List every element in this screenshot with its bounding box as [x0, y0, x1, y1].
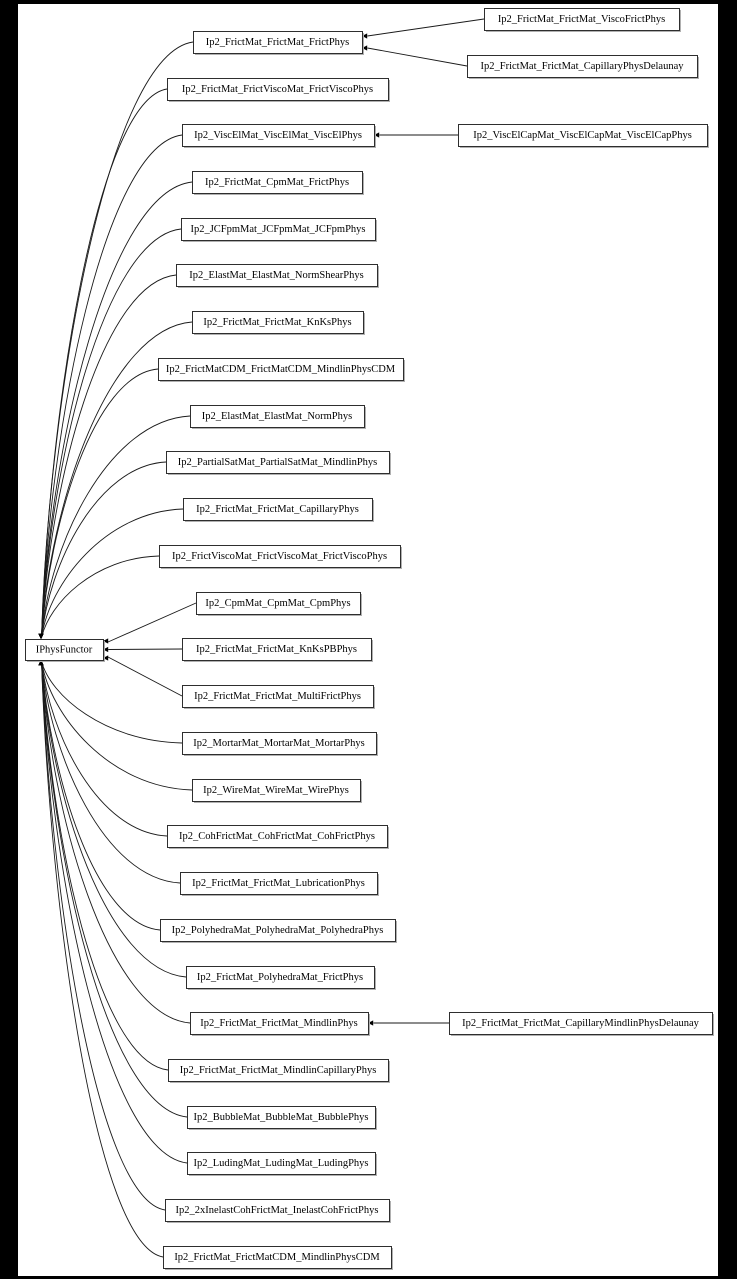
node-ip2_frictmat_frictmat_multifrictphys[interactable]: Ip2_FrictMat_FrictMat_MultiFrictPhys: [182, 685, 376, 710]
node-ip2_frictmat_frictmat_knkspbphys[interactable]: Ip2_FrictMat_FrictMat_KnKsPBPhys: [182, 638, 374, 663]
inheritance-edge: [41, 660, 181, 884]
node-label: Ip2_BubbleMat_BubbleMat_BubblePhys: [194, 1112, 369, 1123]
node-ip2_frictmat_frictmatcdm_mindlinphyscdm[interactable]: Ip2_FrictMat_FrictMatCDM_MindlinPhysCDM: [163, 1246, 394, 1271]
node-label: Ip2_ElastMat_ElastMat_NormShearPhys: [189, 270, 363, 281]
node-ip2_cpmmat_cpmmat_cpmphys[interactable]: Ip2_CpmMat_CpmMat_CpmPhys: [196, 592, 363, 617]
node-ip2_frictmat_frictmat_frictphys[interactable]: Ip2_FrictMat_FrictMat_FrictPhys: [193, 31, 365, 56]
inheritance-edge: [41, 660, 164, 1258]
inheritance-edge: [41, 415, 191, 639]
node-ip2_frictmat_cpmmat_frictphys[interactable]: Ip2_FrictMat_CpmMat_FrictPhys: [192, 171, 365, 196]
node-label: Ip2_FrictMat_FrictMat_MindlinCapillaryPh…: [180, 1065, 377, 1076]
inheritance-edge: [41, 368, 159, 639]
diagram-canvas: IPhysFunctor Ip2_FrictMat_FrictMat_FrictP…: [0, 0, 737, 1279]
node-label: Ip2_2xInelastCohFrictMat_InelastCohFrict…: [176, 1205, 379, 1216]
node-ip2_frictmat_frictmat_mindlinphys[interactable]: Ip2_FrictMat_FrictMat_MindlinPhys: [190, 1012, 371, 1037]
node-ip2_2xinelastcohfrictmat_inelastcohfrictphys[interactable]: Ip2_2xInelastCohFrictMat_InelastCohFrict…: [165, 1199, 392, 1224]
node-label: Ip2_FrictMatCDM_FrictMatCDM_MindlinPhysC…: [166, 364, 396, 375]
node-ip2_mortarmat_mortarmat_mortarphys[interactable]: Ip2_MortarMat_MortarMat_MortarPhys: [182, 732, 379, 757]
node-ip2_frictviscomat_frictviscomat_frictviscophys[interactable]: Ip2_FrictViscoMat_FrictViscoMat_FrictVis…: [159, 545, 403, 570]
inheritance-edge: [41, 660, 193, 791]
inheritance-edge: [367, 47, 468, 67]
node-ip2_frictmat_frictmat_viscofrictphys[interactable]: Ip2_FrictMat_FrictMat_ViscoFrictPhys: [484, 8, 682, 33]
node-label: Ip2_FrictMat_FrictMat_KnKsPBPhys: [196, 644, 357, 655]
inheritance-edge: [107, 656, 183, 697]
node-label: Ip2_CpmMat_CpmMat_CpmPhys: [205, 598, 350, 609]
node-label: Ip2_FrictMat_FrictMat_FrictPhys: [206, 37, 350, 48]
node-ip2_elastmat_elastmat_normphys[interactable]: Ip2_ElastMat_ElastMat_NormPhys: [190, 405, 367, 430]
node-label: Ip2_ViscElCapMat_ViscElCapMat_ViscElCapP…: [473, 130, 692, 141]
node-label: Ip2_FrictMat_CpmMat_FrictPhys: [205, 177, 349, 188]
inheritance-edge: [107, 602, 197, 643]
node-ip2_frictmat_frictviscomat_frictviscophys[interactable]: Ip2_FrictMat_FrictViscoMat_FrictViscoPhy…: [167, 78, 391, 103]
node-iphysfunctor[interactable]: IPhysFunctor: [25, 639, 106, 663]
inheritance-edge: [41, 88, 168, 639]
node-label: Ip2_FrictMat_FrictMat_ViscoFrictPhys: [498, 14, 665, 25]
node-label: Ip2_FrictMat_FrictMat_CapillaryMindlinPh…: [462, 1018, 700, 1029]
node-label: Ip2_PartialSatMat_PartialSatMat_MindlinP…: [178, 457, 378, 468]
node-ip2_bubblemat_bubblemat_bubblephys[interactable]: Ip2_BubbleMat_BubbleMat_BubblePhys: [187, 1106, 378, 1131]
node-ip2_frictmat_frictmat_knksphys[interactable]: Ip2_FrictMat_FrictMat_KnKsPhys: [192, 311, 366, 336]
node-label: Ip2_FrictMat_FrictViscoMat_FrictViscoPhy…: [182, 84, 373, 95]
node-label: Ip2_FrictMat_PolyhedraMat_FrictPhys: [197, 972, 363, 983]
arrowhead: [38, 633, 44, 639]
node-label: IPhysFunctor: [36, 644, 93, 655]
node-label: Ip2_FrictMat_FrictMat_MindlinPhys: [200, 1018, 358, 1029]
nodes-layer: IPhysFunctor Ip2_FrictMat_FrictMat_FrictP…: [25, 8, 715, 1271]
node-ip2_frictmat_frictmat_mindlincapillaryphys[interactable]: Ip2_FrictMat_FrictMat_MindlinCapillaryPh…: [168, 1059, 391, 1084]
node-ip2_cohfrictmat_cohfrictmat_cohfrictphys[interactable]: Ip2_CohFrictMat_CohFrictMat_CohFrictPhys: [167, 825, 390, 850]
node-label: Ip2_FrictMat_FrictMat_CapillaryPhys: [196, 504, 359, 515]
inheritance-edge: [41, 181, 193, 639]
node-ip2_viscelcapmat_viscelcapmat_viscelcapphys[interactable]: Ip2_ViscElCapMat_ViscElCapMat_ViscElCapP…: [458, 124, 710, 149]
node-ip2_frictmat_polyhedramat_frictphys[interactable]: Ip2_FrictMat_PolyhedraMat_FrictPhys: [186, 966, 377, 991]
node-ip2_frictmat_frictmat_capillaryphysdelaunay[interactable]: Ip2_FrictMat_FrictMat_CapillaryPhysDelau…: [467, 55, 700, 80]
node-ip2_jcfpmmat_jcfpmmat_jcfpmphys[interactable]: Ip2_JCFpmMat_JCFpmMat_JCFpmPhys: [181, 218, 378, 243]
inheritance-edge: [367, 18, 485, 37]
node-ip2_frictmat_frictmat_lubricationphys[interactable]: Ip2_FrictMat_FrictMat_LubricationPhys: [180, 872, 380, 897]
node-label: Ip2_JCFpmMat_JCFpmMat_JCFpmPhys: [190, 224, 365, 235]
node-ip2_frictmat_frictmat_capillaryphys[interactable]: Ip2_FrictMat_FrictMat_CapillaryPhys: [183, 498, 375, 523]
node-ip2_polyhedramat_polyhedramat_polyhedraphys[interactable]: Ip2_PolyhedraMat_PolyhedraMat_PolyhedraP…: [160, 919, 398, 944]
node-ip2_frictmatcdm_frictmatcdm_mindlinphyscdm[interactable]: Ip2_FrictMatCDM_FrictMatCDM_MindlinPhysC…: [158, 358, 406, 383]
node-label: Ip2_MortarMat_MortarMat_MortarPhys: [193, 738, 364, 749]
inheritance-edge: [41, 660, 166, 1211]
inheritance-diagram: IPhysFunctor Ip2_FrictMat_FrictMat_FrictP…: [25, 8, 715, 1271]
node-ip2_partialsatmat_partialsatmat_mindlinphys[interactable]: Ip2_PartialSatMat_PartialSatMat_MindlinP…: [166, 451, 392, 476]
node-label: Ip2_FrictMat_FrictMatCDM_MindlinPhysCDM: [174, 1252, 380, 1263]
node-label: Ip2_FrictViscoMat_FrictViscoMat_FrictVis…: [172, 551, 387, 562]
node-label: Ip2_PolyhedraMat_PolyhedraMat_PolyhedraP…: [172, 925, 384, 936]
inheritance-edge: [41, 555, 160, 639]
node-label: Ip2_WireMat_WireMat_WirePhys: [203, 785, 349, 796]
node-label: Ip2_FrictMat_FrictMat_KnKsPhys: [203, 317, 351, 328]
node-label: Ip2_ViscElMat_ViscElMat_ViscElPhys: [194, 130, 362, 141]
inheritance-edge: [41, 660, 183, 744]
inheritance-edge: [108, 648, 183, 650]
inheritance-edge: [41, 228, 182, 639]
node-label: Ip2_CohFrictMat_CohFrictMat_CohFrictPhys: [179, 831, 375, 842]
node-ip2_ludingmat_ludingmat_ludingphys[interactable]: Ip2_LudingMat_LudingMat_LudingPhys: [187, 1152, 378, 1177]
node-ip2_elastmat_elastmat_normshearphys[interactable]: Ip2_ElastMat_ElastMat_NormShearPhys: [176, 264, 380, 289]
inheritance-edge: [41, 461, 167, 639]
node-ip2_wiremat_wiremat_wirephys[interactable]: Ip2_WireMat_WireMat_WirePhys: [192, 779, 363, 804]
node-ip2_frictmat_frictmat_capillarymindlinphysdelaunay[interactable]: Ip2_FrictMat_FrictMat_CapillaryMindlinPh…: [449, 1012, 715, 1037]
node-label: Ip2_FrictMat_FrictMat_CapillaryPhysDelau…: [481, 61, 685, 72]
inheritance-edge: [41, 660, 169, 1071]
inheritance-edge: [41, 660, 161, 931]
node-label: Ip2_LudingMat_LudingMat_LudingPhys: [194, 1158, 369, 1169]
node-label: Ip2_ElastMat_ElastMat_NormPhys: [202, 411, 353, 422]
node-ip2_viscelmat_viscelmat_viscelphys[interactable]: Ip2_ViscElMat_ViscElMat_ViscElPhys: [182, 124, 377, 149]
node-label: Ip2_FrictMat_FrictMat_MultiFrictPhys: [194, 691, 361, 702]
node-label: Ip2_FrictMat_FrictMat_LubricationPhys: [192, 878, 365, 889]
